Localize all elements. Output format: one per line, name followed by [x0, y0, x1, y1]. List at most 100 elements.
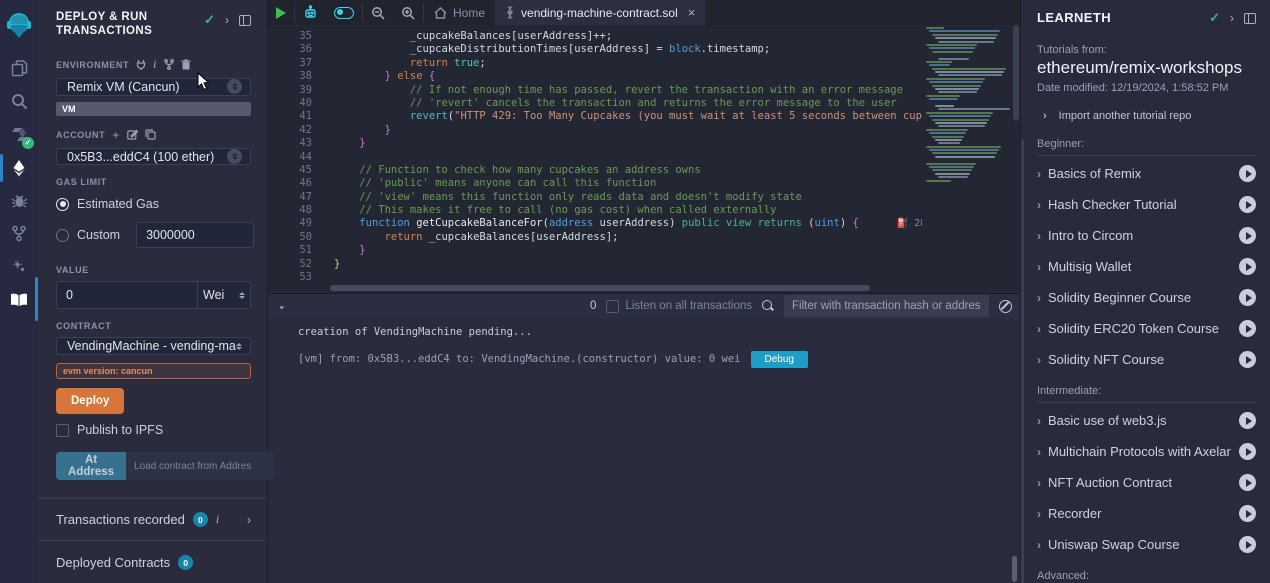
terminal-search-icon[interactable]	[762, 300, 774, 312]
listen-all-transactions-option[interactable]: Listen on all transactions	[606, 300, 752, 313]
account-select[interactable]: 0x5B3...eddC4 (100 ether)	[56, 148, 251, 166]
code-line: 43 }	[268, 137, 1020, 150]
value-input[interactable]	[56, 281, 198, 309]
tutorial-item[interactable]: ›Recorder	[1037, 498, 1256, 529]
code-line: 48 // This makes it free to call (no gas…	[268, 204, 1020, 217]
environment-select[interactable]: Remix VM (Cancun)	[56, 78, 251, 96]
info-icon[interactable]: i	[216, 512, 219, 527]
learneth-scrollbar[interactable]	[1021, 140, 1024, 583]
chevron-right-icon[interactable]: ›	[247, 513, 251, 527]
tutorial-item[interactable]: ›NFT Auction Contract	[1037, 467, 1256, 498]
value-unit-select[interactable]: Wei	[198, 281, 251, 309]
play-tutorial-button[interactable]	[1239, 196, 1256, 213]
deployed-contracts-section[interactable]: Deployed Contracts 0	[38, 540, 267, 583]
ai-copilot-toggle[interactable]	[326, 0, 362, 25]
solidity-compiler-icon[interactable]: ✓	[0, 118, 38, 151]
expand-terminal-icon[interactable]: ⌄⌄	[278, 303, 286, 309]
terminal-scrollbar[interactable]	[1012, 556, 1017, 582]
file-explorer-icon[interactable]	[0, 52, 38, 85]
play-tutorial-button[interactable]	[1239, 165, 1256, 182]
play-tutorial-button[interactable]	[1239, 289, 1256, 306]
tutorial-item[interactable]: ›Solidity NFT Course	[1037, 344, 1256, 375]
solidity-file-icon	[505, 6, 515, 19]
gas-limit-label: GAS LIMIT	[56, 177, 107, 187]
code-line: 44	[268, 151, 1020, 164]
tutorial-item[interactable]: ›Multisig Wallet	[1037, 251, 1256, 282]
debugger-icon[interactable]	[0, 184, 38, 217]
contract-select[interactable]: VendingMachine - vending-machin	[56, 337, 251, 355]
info-icon[interactable]: i	[153, 57, 157, 72]
debug-button[interactable]: Debug	[751, 351, 808, 368]
pin-panel-icon[interactable]	[239, 15, 251, 26]
fork-icon[interactable]	[164, 59, 174, 70]
play-tutorial-button[interactable]	[1239, 536, 1256, 553]
play-tutorial-button[interactable]	[1239, 412, 1256, 429]
tutorial-item[interactable]: ›Intro to Circom	[1037, 220, 1256, 251]
zoom-out-icon[interactable]	[363, 0, 393, 25]
tutorial-item[interactable]: ›Basic use of web3.js	[1037, 405, 1256, 436]
expand-icon[interactable]: ›	[225, 13, 229, 27]
git-icon[interactable]	[0, 217, 38, 250]
chevron-right-icon: ›	[1037, 445, 1041, 459]
add-account-icon[interactable]: +	[112, 128, 120, 142]
editor-horizontal-scrollbar[interactable]	[330, 285, 870, 291]
tutorial-item[interactable]: ›Multichain Protocols with Axelar	[1037, 436, 1256, 467]
tab-home[interactable]: Home	[424, 0, 495, 25]
code-editor[interactable]: 35 _cupcakeBalances[userAddress]++;36 _c…	[268, 25, 1020, 283]
trash-icon[interactable]	[181, 59, 191, 70]
remix-logo[interactable]	[0, 8, 38, 46]
custom-gas-option[interactable]: Custom	[56, 222, 251, 248]
deploy-run-panel: DEPLOY & RUN TRANSACTIONS ✓ › ENVIRONMEN…	[38, 0, 268, 583]
edit-icon[interactable]	[127, 129, 138, 140]
play-tutorial-button[interactable]	[1239, 474, 1256, 491]
search-icon[interactable]	[0, 85, 38, 118]
terminal-tx-count: 0	[590, 300, 596, 312]
at-address-button[interactable]: At Address	[56, 452, 126, 480]
plug-icon[interactable]	[136, 59, 146, 70]
play-tutorial-button[interactable]	[1239, 443, 1256, 460]
tutorial-item[interactable]: ›Solidity ERC20 Token Course	[1037, 313, 1256, 344]
tutorial-item[interactable]: ›Solidity Beginner Course	[1037, 282, 1256, 313]
play-tutorial-button[interactable]	[1239, 505, 1256, 522]
terminal-log: creation of VendingMachine pending... [v…	[268, 319, 1020, 583]
play-tutorial-button[interactable]	[1239, 320, 1256, 337]
play-tutorial-button[interactable]	[1239, 351, 1256, 368]
close-tab-icon[interactable]: ×	[688, 5, 696, 20]
custom-gas-input[interactable]	[136, 222, 254, 248]
expand-icon[interactable]: ›	[1230, 11, 1234, 25]
terminal-filter-input[interactable]	[784, 295, 989, 317]
settings-icon[interactable]	[0, 250, 38, 283]
terminal-tx-row[interactable]: [vm] from: 0x5B3...eddC4 to: VendingMach…	[298, 351, 1020, 368]
radio-unselected-icon	[56, 229, 69, 242]
minimap[interactable]	[922, 25, 1012, 283]
deployed-contracts-label: Deployed Contracts	[56, 555, 170, 570]
code-line: 40 // 'revert' cancels the transaction a…	[268, 97, 1020, 110]
chevron-right-icon: ›	[1043, 110, 1047, 122]
at-address-input[interactable]	[126, 452, 274, 480]
tab-vending-machine-contract[interactable]: vending-machine-contract.sol ×	[495, 0, 705, 25]
play-tutorial-button[interactable]	[1239, 227, 1256, 244]
transactions-recorded-section[interactable]: Transactions recorded 0 i ›	[38, 498, 267, 540]
copy-icon[interactable]	[145, 129, 156, 140]
deploy-run-icon[interactable]	[0, 151, 38, 184]
code-lines: 35 _cupcakeBalances[userAddress]++;36 _c…	[268, 25, 1020, 283]
clear-terminal-icon[interactable]	[999, 300, 1012, 313]
remix-ai-icon[interactable]	[295, 0, 326, 25]
tutorial-item[interactable]: ›Hash Checker Tutorial	[1037, 189, 1256, 220]
pin-panel-icon[interactable]	[1244, 13, 1256, 24]
learneth-panel: LEARNETH ✓ › Tutorials from: ethereum/re…	[1020, 0, 1270, 583]
tutorial-item-label: Recorder	[1048, 506, 1232, 521]
import-tutorial-repo[interactable]: › Import another tutorial repo	[1043, 110, 1256, 122]
learneth-icon[interactable]	[0, 283, 38, 316]
zoom-in-icon[interactable]	[393, 0, 423, 25]
tutorial-item[interactable]: ›Basics of Remix	[1037, 158, 1256, 189]
editor-vertical-scrollbar[interactable]	[1013, 25, 1019, 121]
estimated-gas-option[interactable]: Estimated Gas	[56, 197, 251, 211]
play-tutorial-button[interactable]	[1239, 258, 1256, 275]
tutorial-item[interactable]: ›Uniswap Swap Course	[1037, 529, 1256, 560]
publish-ipfs-option[interactable]: Publish to IPFS	[56, 423, 251, 437]
code-line: 49 function getCupcakeBalanceFor(address…	[268, 217, 1020, 230]
code-line: 53	[268, 271, 1020, 282]
run-script-button[interactable]	[268, 0, 294, 25]
deploy-button[interactable]: Deploy	[56, 388, 124, 414]
